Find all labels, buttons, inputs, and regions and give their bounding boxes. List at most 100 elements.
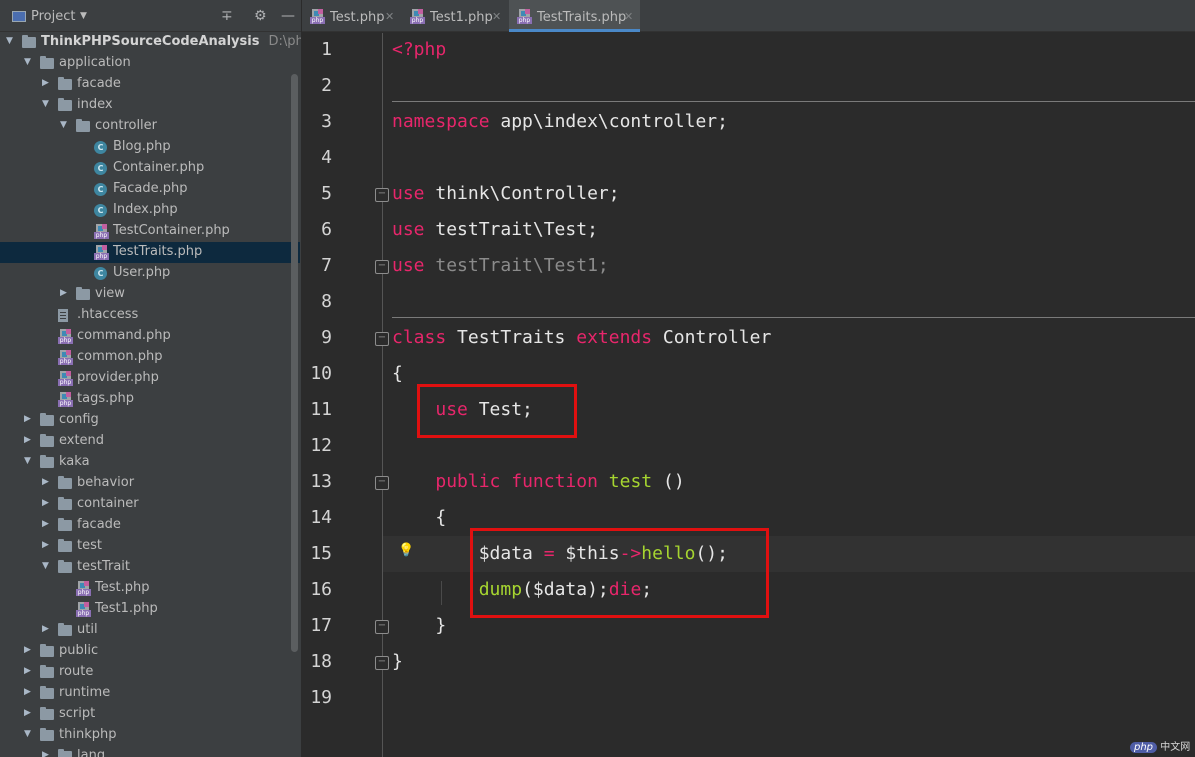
tab-testtraits-php[interactable]: php TestTraits.php ✕ — [509, 0, 640, 32]
tree-root[interactable]: ▼ ThinkPHPSourceCodeAnalysis D:\phpstudy — [0, 32, 301, 53]
folder-icon — [40, 644, 54, 657]
gear-icon[interactable]: ⚙ — [254, 8, 267, 24]
chevron-down-icon[interactable]: ▼ — [6, 36, 13, 46]
project-title[interactable]: Project — [31, 9, 75, 24]
tree-item[interactable]: php Test1.php — [0, 599, 300, 620]
tree-item[interactable]: ▶ lang — [0, 746, 300, 757]
tree-item[interactable]: ▶ container — [0, 494, 300, 515]
tree-item[interactable]: C Facade.php — [0, 179, 300, 200]
folder-icon — [58, 560, 72, 573]
tree-item[interactable]: php TestTraits.php — [0, 242, 300, 263]
tree-item[interactable]: ▼ index — [0, 95, 300, 116]
tree-item[interactable]: php command.php — [0, 326, 300, 347]
tree-item[interactable]: ▶ view — [0, 284, 300, 305]
tree-item[interactable]: php TestContainer.php — [0, 221, 300, 242]
tree-item[interactable]: ▶ util — [0, 620, 300, 641]
tree-item[interactable]: C Container.php — [0, 158, 300, 179]
chevron-down-icon[interactable]: ▼ — [24, 57, 31, 67]
chevron-right-icon[interactable]: ▶ — [42, 519, 49, 529]
chevron-down-icon[interactable]: ▼ — [80, 11, 87, 21]
chevron-down-icon[interactable]: ▼ — [24, 456, 31, 466]
tree-item[interactable]: ▶ config — [0, 410, 300, 431]
tree-item[interactable]: ▶ test — [0, 536, 300, 557]
tree-item-label: extend — [59, 433, 105, 448]
folder-icon — [40, 707, 54, 720]
chevron-right-icon[interactable]: ▶ — [24, 414, 31, 424]
fold-marker-icon[interactable]: − — [375, 332, 389, 346]
tree-item[interactable]: ▶ script — [0, 704, 300, 725]
code-editor[interactable]: 1 2 3 4 5 6 7 8 9 10 11 12 13 14 15 16 17 18 19 − − − − − … — [302, 33, 1195, 757]
tree-item[interactable]: php Test.php — [0, 578, 300, 599]
php-file-icon: php — [410, 9, 425, 24]
chevron-right-icon[interactable]: ▶ — [42, 540, 49, 550]
fold-marker-icon[interactable]: − — [375, 260, 389, 274]
fold-marker-icon[interactable]: − — [375, 620, 389, 634]
close-icon[interactable]: ✕ — [492, 10, 501, 23]
project-view-icon — [12, 11, 26, 22]
tree-item[interactable]: C Blog.php — [0, 137, 300, 158]
tree-item[interactable]: ▶ behavior — [0, 473, 300, 494]
close-icon[interactable]: ✕ — [624, 10, 633, 23]
line-number: 11 — [310, 399, 332, 420]
collapse-all-icon[interactable]: ∓ — [221, 8, 233, 24]
chevron-right-icon[interactable]: ▶ — [42, 498, 49, 508]
line-number: 16 — [310, 579, 332, 600]
tree-item[interactable]: ▶ extend — [0, 431, 300, 452]
method-separator — [392, 101, 1195, 102]
chevron-down-icon[interactable]: ▼ — [42, 561, 49, 571]
tree-item[interactable]: php common.php — [0, 347, 300, 368]
tree-item[interactable]: C User.php — [0, 263, 300, 284]
tab-test1-php[interactable]: php Test1.php ✕ — [402, 0, 508, 32]
chevron-right-icon[interactable]: ▶ — [24, 687, 31, 697]
line-number: 4 — [321, 147, 332, 168]
chevron-down-icon[interactable]: ▼ — [60, 120, 67, 130]
tree-item[interactable]: ▶ facade — [0, 74, 300, 95]
chevron-right-icon[interactable]: ▶ — [42, 78, 49, 88]
chevron-right-icon[interactable]: ▶ — [24, 666, 31, 676]
lightbulb-icon[interactable]: 💡 — [398, 543, 414, 558]
folder-icon — [76, 287, 90, 300]
folder-icon — [76, 119, 90, 132]
fold-marker-icon[interactable]: − — [375, 656, 389, 670]
code-line-5: use think\Controller; — [392, 183, 620, 204]
chevron-down-icon[interactable]: ▼ — [24, 729, 31, 739]
tree-item-label: facade — [77, 517, 121, 532]
project-scrollbar[interactable] — [291, 74, 298, 652]
chevron-right-icon[interactable]: ▶ — [24, 645, 31, 655]
tree-item-label: container — [77, 496, 139, 511]
tree-item-label: public — [59, 643, 99, 658]
tree-item[interactable]: ▼ kaka — [0, 452, 300, 473]
code-line-1: <?php — [392, 39, 447, 60]
tree-item[interactable]: ▼ testTrait — [0, 557, 300, 578]
php-file-icon: php — [58, 350, 73, 365]
tree-item[interactable]: C Index.php — [0, 200, 300, 221]
chevron-right-icon[interactable]: ▶ — [24, 708, 31, 718]
chevron-down-icon[interactable]: ▼ — [42, 99, 49, 109]
fold-marker-icon[interactable]: − — [375, 188, 389, 202]
folder-icon — [22, 35, 36, 48]
tree-item[interactable]: ▶ facade — [0, 515, 300, 536]
tree-item[interactable]: ▶ public — [0, 641, 300, 662]
tree-item[interactable]: ▼ controller — [0, 116, 300, 137]
tree-item[interactable]: ▼ application — [0, 53, 300, 74]
chevron-right-icon[interactable]: ▶ — [42, 750, 49, 757]
close-icon[interactable]: ✕ — [385, 10, 394, 23]
chevron-right-icon[interactable]: ▶ — [42, 477, 49, 487]
tree-item-label: Facade.php — [113, 181, 188, 196]
tree-item[interactable]: php tags.php — [0, 389, 300, 410]
chevron-right-icon[interactable]: ▶ — [60, 288, 67, 298]
tab-test-php[interactable]: php Test.php ✕ — [302, 0, 400, 32]
php-file-icon: php — [58, 329, 73, 344]
fold-marker-icon[interactable]: − — [375, 476, 389, 490]
tree-item[interactable]: ▼ thinkphp — [0, 725, 300, 746]
line-number: 8 — [321, 291, 332, 312]
tree-item[interactable]: php provider.php — [0, 368, 300, 389]
minimize-icon[interactable]: — — [281, 8, 295, 24]
tab-label: Test.php — [330, 10, 385, 25]
chevron-right-icon[interactable]: ▶ — [42, 624, 49, 634]
tree-item[interactable]: .htaccess — [0, 305, 300, 326]
chevron-right-icon[interactable]: ▶ — [24, 435, 31, 445]
tree-item[interactable]: ▶ route — [0, 662, 300, 683]
code-line-7: use testTrait\Test1; — [392, 255, 609, 276]
tree-item[interactable]: ▶ runtime — [0, 683, 300, 704]
